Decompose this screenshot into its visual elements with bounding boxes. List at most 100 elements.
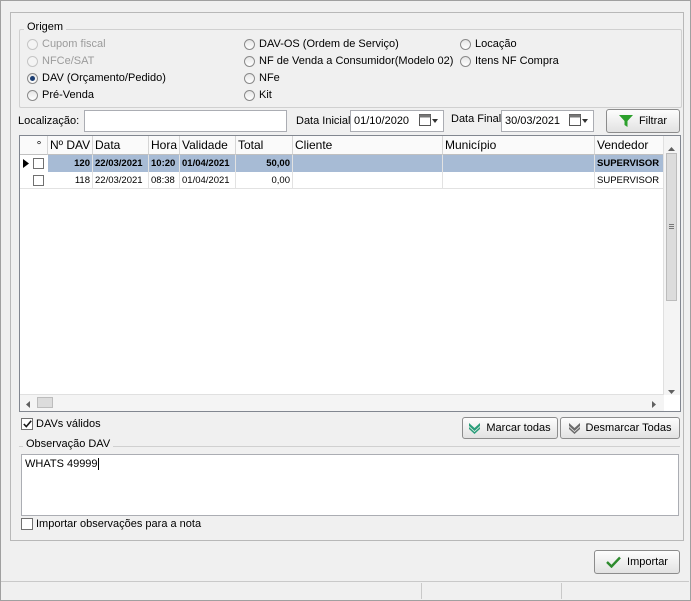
- radio-label: Kit: [259, 89, 272, 101]
- filtrar-button[interactable]: Filtrar: [606, 109, 680, 133]
- text-cursor: [97, 458, 99, 471]
- row-pointer-icon: [23, 159, 29, 171]
- col-header-marker[interactable]: °: [31, 136, 48, 155]
- radio-button[interactable]: [460, 38, 471, 50]
- vertical-scrollbar[interactable]: [663, 136, 680, 395]
- data-final-label: Data Final: [451, 113, 502, 125]
- radio-itens-nf-compra[interactable]: Itens NF Compra: [460, 55, 559, 67]
- importar-button[interactable]: Importar: [594, 550, 680, 574]
- radio-dav[interactable]: DAV (Orçamento/Pedido): [27, 72, 166, 84]
- radio-kit[interactable]: Kit: [244, 89, 272, 101]
- cell-total: 50,00: [236, 155, 293, 172]
- checkmark-icon[interactable]: [21, 418, 33, 430]
- observacao-divider: [19, 446, 680, 448]
- cell-municipio: [443, 172, 595, 189]
- davs-validos-checkbox[interactable]: DAVs válidos: [21, 418, 101, 430]
- radio-label: NF de Venda a Consumidor(Modelo 02): [259, 55, 454, 67]
- table-row[interactable]: 120 22/03/2021 10:20 01/04/2021 50,00 SU…: [20, 155, 665, 172]
- radio-label: NFCe/SAT: [42, 55, 95, 67]
- scroll-left-icon[interactable]: [26, 399, 30, 411]
- cell-cliente: [293, 172, 443, 189]
- checkmark-icon: [606, 556, 621, 568]
- row-checkbox[interactable]: [33, 158, 44, 172]
- radio-label: Pré-Venda: [42, 89, 94, 101]
- desmarcar-todas-button[interactable]: Desmarcar Todas: [560, 417, 680, 439]
- radio-button[interactable]: [27, 72, 38, 84]
- cell-validade: 01/04/2021: [180, 155, 236, 172]
- importar-observacoes-label: Importar observações para a nota: [36, 518, 202, 530]
- cell-validade: 01/04/2021: [180, 172, 236, 189]
- cell-hora: 10:20: [149, 155, 180, 172]
- radio-button[interactable]: [27, 38, 38, 50]
- radio-label: Locação: [475, 38, 517, 50]
- table-row[interactable]: 118 22/03/2021 08:38 01/04/2021 0,00 SUP…: [20, 172, 665, 189]
- checkbox-box[interactable]: [21, 518, 33, 530]
- radio-button[interactable]: [27, 55, 38, 67]
- cell-num-dav: 118: [48, 172, 93, 189]
- status-bar: [1, 581, 689, 600]
- col-header-municipio[interactable]: Município: [443, 136, 595, 155]
- col-header-total[interactable]: Total: [236, 136, 293, 155]
- cell-municipio: [443, 155, 595, 172]
- origem-title: Origem: [24, 21, 67, 33]
- radio-nfe[interactable]: NFe: [244, 72, 280, 84]
- localizacao-input[interactable]: [84, 110, 287, 132]
- davs-validos-label: DAVs válidos: [36, 418, 101, 430]
- vertical-scroll-thumb[interactable]: [666, 153, 677, 301]
- cell-total: 0,00: [236, 172, 293, 189]
- importar-observacoes-checkbox[interactable]: Importar observações para a nota: [21, 518, 201, 530]
- col-header-data[interactable]: Data: [93, 136, 149, 155]
- col-header-validade[interactable]: Validade: [180, 136, 236, 155]
- col-header-hora[interactable]: Hora: [149, 136, 180, 155]
- data-inicial-label: Data Inicial: [296, 115, 351, 127]
- horizontal-scrollbar[interactable]: [20, 394, 664, 411]
- filtrar-label: Filtrar: [638, 115, 668, 127]
- radio-label: Itens NF Compra: [475, 55, 559, 67]
- double-chevron-down-icon: [469, 422, 481, 434]
- radio-button[interactable]: [244, 55, 255, 67]
- scroll-down-icon[interactable]: [668, 385, 675, 397]
- data-final-field[interactable]: 30/03/2021: [501, 110, 594, 132]
- desmarcar-todas-label: Desmarcar Todas: [585, 422, 672, 434]
- calendar-dropdown-icon[interactable]: [419, 114, 439, 127]
- radio-dav-os[interactable]: DAV-OS (Ordem de Serviço): [244, 38, 399, 50]
- cell-num-dav: 120: [48, 155, 93, 172]
- data-inicial-field[interactable]: 01/10/2020: [350, 110, 444, 132]
- horizontal-scroll-thumb[interactable]: [37, 397, 53, 408]
- radio-label: DAV (Orçamento/Pedido): [42, 72, 166, 84]
- row-checkbox[interactable]: [33, 175, 44, 189]
- observacao-textarea[interactable]: WHATS 49999: [21, 454, 679, 516]
- radio-nfce-sat[interactable]: NFCe/SAT: [27, 55, 94, 67]
- radio-nf-venda-consumidor[interactable]: NF de Venda a Consumidor(Modelo 02): [244, 55, 453, 67]
- funnel-icon: [618, 114, 633, 128]
- cell-data: 22/03/2021: [93, 155, 149, 172]
- col-header-num-dav[interactable]: Nº DAV: [48, 136, 93, 155]
- col-header-cliente[interactable]: Cliente: [293, 136, 443, 155]
- radio-button[interactable]: [27, 89, 38, 101]
- importar-label: Importar: [627, 556, 668, 568]
- status-divider: [421, 583, 422, 599]
- radio-label: Cupom fiscal: [42, 38, 106, 50]
- scroll-right-icon[interactable]: [652, 399, 656, 411]
- marcar-todas-button[interactable]: Marcar todas: [462, 417, 558, 439]
- observacao-text: WHATS 49999: [25, 458, 98, 470]
- radio-cupom-fiscal[interactable]: Cupom fiscal: [27, 38, 106, 50]
- radio-button[interactable]: [244, 38, 255, 50]
- radio-button[interactable]: [244, 89, 255, 101]
- cell-cliente: [293, 155, 443, 172]
- dav-grid[interactable]: ° Nº DAV Data Hora Validade Total Client…: [19, 135, 681, 412]
- data-inicial-value: 01/10/2020: [354, 115, 410, 127]
- status-divider: [561, 583, 562, 599]
- radio-button[interactable]: [460, 55, 471, 67]
- radio-pre-venda[interactable]: Pré-Venda: [27, 89, 94, 101]
- data-final-value: 30/03/2021: [505, 115, 561, 127]
- radio-button[interactable]: [244, 72, 255, 84]
- col-header-vendedor[interactable]: Vendedor: [595, 136, 665, 155]
- cell-hora: 08:38: [149, 172, 180, 189]
- cell-data: 22/03/2021: [93, 172, 149, 189]
- calendar-dropdown-icon[interactable]: [569, 114, 589, 127]
- double-chevron-down-icon: [568, 422, 580, 434]
- observacao-title: Observação DAV: [23, 438, 114, 450]
- radio-locacao[interactable]: Locação: [460, 38, 517, 50]
- radio-label: NFe: [259, 72, 280, 84]
